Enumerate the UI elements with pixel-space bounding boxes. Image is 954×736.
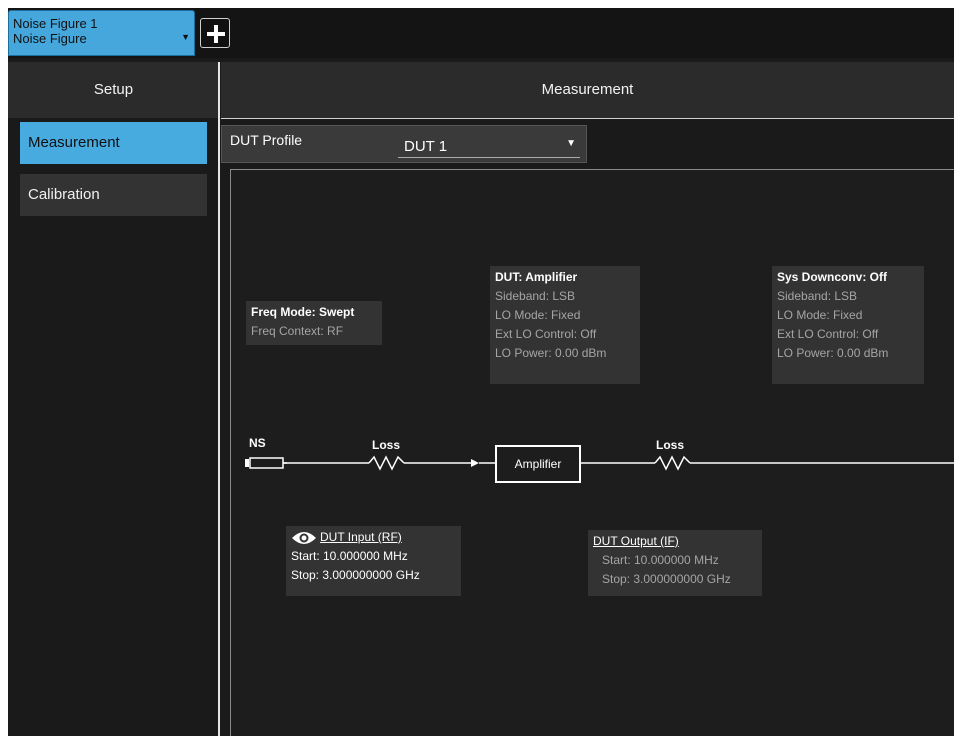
amplifier-label: Amplifier bbox=[514, 457, 562, 471]
eye-icon[interactable] bbox=[291, 530, 317, 546]
dut-ext-lo: Ext LO Control: Off bbox=[495, 327, 597, 341]
header-divider bbox=[221, 118, 954, 119]
amplifier-block[interactable]: Amplifier bbox=[495, 445, 581, 483]
tab-noise-figure-1[interactable]: Noise Figure 1 Noise Figure ▼ bbox=[8, 10, 195, 56]
chevron-down-icon: ▼ bbox=[566, 138, 576, 149]
dut-input-box[interactable]: DUT Input (RF) Start: 10.000000 MHz Stop… bbox=[286, 526, 461, 596]
dut-title: DUT: Amplifier bbox=[495, 270, 578, 284]
dut-diagram-canvas: NS Loss Amplifier Loss Freq Mode: Swept … bbox=[230, 169, 954, 736]
tab-bar: Noise Figure 1 Noise Figure ▼ bbox=[8, 8, 954, 58]
tab-subtitle: Noise Figure bbox=[13, 31, 87, 46]
dut-output-stop: Stop: 3.000000000 GHz bbox=[602, 572, 731, 586]
freq-mode-text: Freq Mode: Swept bbox=[251, 305, 355, 319]
sys-downconv-box[interactable]: Sys Downconv: Off Sideband: LSB LO Mode:… bbox=[772, 266, 924, 384]
column-divider bbox=[218, 62, 220, 736]
setup-header: Setup bbox=[8, 62, 219, 118]
dut-output-box[interactable]: DUT Output (IF) Start: 10.000000 MHz Sto… bbox=[588, 530, 762, 596]
dut-input-start: Start: 10.000000 MHz bbox=[291, 549, 408, 563]
sys-lo-mode: LO Mode: Fixed bbox=[777, 308, 863, 322]
dut-profile-label: DUT Profile bbox=[230, 132, 303, 148]
dut-input-stop: Stop: 3.000000000 GHz bbox=[291, 568, 420, 582]
sys-lo-power: LO Power: 0.00 dBm bbox=[777, 346, 889, 360]
dut-lo-power: LO Power: 0.00 dBm bbox=[495, 346, 607, 360]
tab-title: Noise Figure 1 bbox=[13, 16, 98, 31]
signal-path-schematic bbox=[245, 455, 954, 471]
measurement-header: Measurement bbox=[221, 62, 954, 118]
freq-mode-box[interactable]: Freq Mode: Swept Freq Context: RF bbox=[246, 301, 382, 345]
dut-sideband: Sideband: LSB bbox=[495, 289, 576, 303]
sidebar-item-measurement[interactable]: Measurement bbox=[20, 122, 207, 164]
add-tab-button[interactable] bbox=[200, 18, 230, 48]
plus-icon bbox=[207, 25, 225, 43]
dut-output-title-link[interactable]: DUT Output (IF) bbox=[593, 534, 679, 548]
dut-output-start: Start: 10.000000 MHz bbox=[602, 553, 719, 567]
application-window: Noise Figure 1 Noise Figure ▼ Setup Meas… bbox=[8, 8, 954, 736]
sys-sideband: Sideband: LSB bbox=[777, 289, 858, 303]
freq-context-text: Freq Context: RF bbox=[251, 324, 344, 338]
dut-profile-dropdown[interactable]: DUT 1 ▼ bbox=[398, 130, 580, 158]
sys-title: Sys Downconv: Off bbox=[777, 270, 888, 284]
dut-profile-value: DUT 1 bbox=[404, 138, 448, 155]
chevron-down-icon[interactable]: ▼ bbox=[181, 30, 190, 45]
loss-input-label: Loss bbox=[372, 438, 401, 452]
noise-source-label: NS bbox=[249, 436, 266, 450]
dut-profile-row: DUT Profile DUT 1 ▼ bbox=[221, 125, 587, 163]
dut-lo-mode: LO Mode: Fixed bbox=[495, 308, 581, 322]
loss-output-label: Loss bbox=[656, 438, 685, 452]
dut-settings-box[interactable]: DUT: Amplifier Sideband: LSB LO Mode: Fi… bbox=[490, 266, 640, 384]
sys-ext-lo: Ext LO Control: Off bbox=[777, 327, 879, 341]
dut-input-title-link[interactable]: DUT Input (RF) bbox=[320, 530, 402, 544]
sidebar-item-calibration[interactable]: Calibration bbox=[20, 174, 207, 216]
